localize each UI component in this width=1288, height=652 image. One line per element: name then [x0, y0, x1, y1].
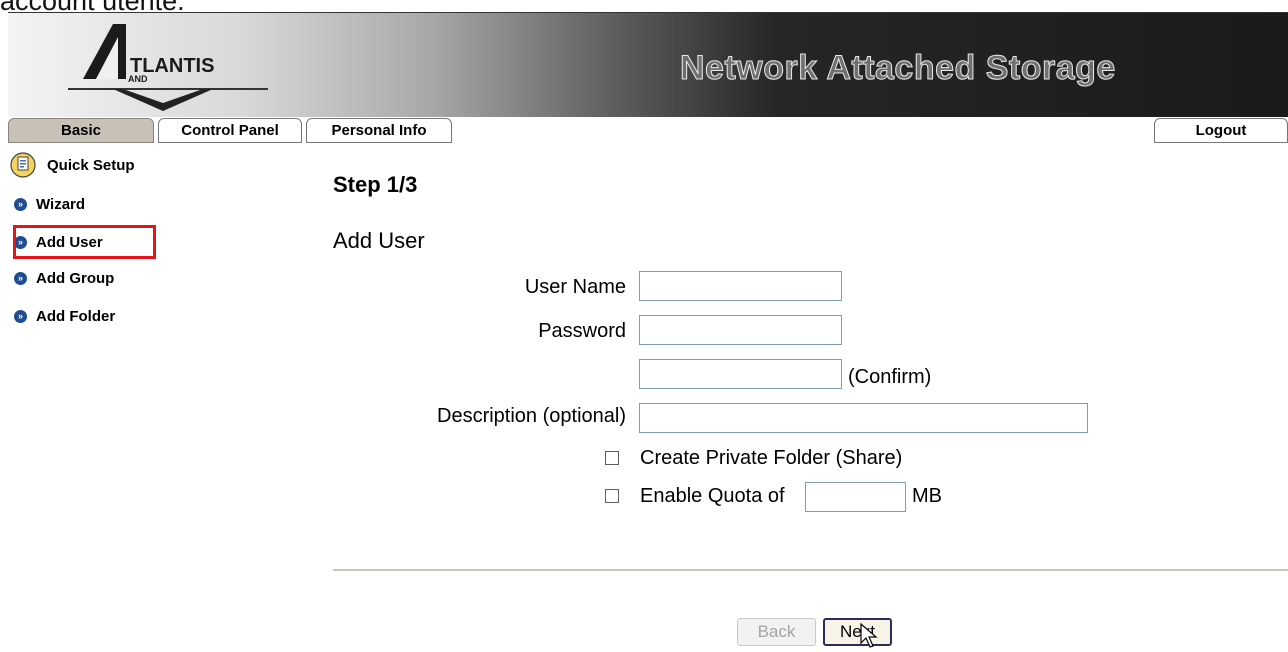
tab-label: Personal Info — [331, 122, 427, 139]
header-banner: TLANTIS AND Network Attached Storage — [8, 12, 1288, 117]
password-input[interactable] — [639, 315, 842, 345]
banner-title: Network Attached Storage — [680, 49, 1116, 88]
sidebar-item-label: Add Folder — [36, 307, 116, 325]
mouse-cursor-icon — [860, 623, 878, 648]
tab-label: Basic — [60, 122, 102, 139]
atlantis-logo: TLANTIS AND — [68, 24, 268, 111]
svg-text:AND: AND — [128, 74, 148, 84]
next-button[interactable]: Next — [823, 618, 892, 646]
user-name-input[interactable] — [639, 271, 842, 301]
divider — [333, 569, 1288, 571]
quota-label: Enable Quota of — [640, 485, 785, 507]
quick-setup-icon — [10, 152, 36, 178]
quota-unit-label: MB — [912, 485, 942, 507]
sidebar-section-quick-setup[interactable]: Quick Setup — [10, 152, 135, 178]
sidebar-item-wizard[interactable]: » Wizard — [14, 192, 85, 216]
tab-label: Control Panel — [181, 122, 279, 139]
confirm-label: (Confirm) — [848, 366, 932, 388]
password-label: Password — [538, 320, 626, 342]
password-confirm-input[interactable] — [639, 359, 842, 389]
step-title: Step 1/3 — [333, 172, 418, 197]
back-button[interactable]: Back — [737, 618, 816, 646]
private-folder-label: Create Private Folder (Share) — [640, 447, 903, 469]
chevron-right-icon: » — [14, 271, 27, 285]
description-label: Description (optional) — [437, 405, 626, 427]
tab-personal-info[interactable]: Personal Info — [306, 118, 452, 143]
sidebar-item-add-folder[interactable]: » Add Folder — [14, 304, 115, 328]
tab-basic[interactable]: Basic — [8, 118, 154, 143]
chevron-right-icon: » — [14, 197, 27, 211]
quota-checkbox[interactable] — [605, 489, 619, 503]
logout-label: Logout — [1195, 122, 1247, 139]
form-title: Add User — [333, 228, 425, 253]
chevron-right-icon: » — [14, 309, 27, 323]
logout-button[interactable]: Logout — [1154, 118, 1288, 143]
description-input[interactable] — [639, 403, 1088, 433]
back-label: Back — [757, 622, 796, 641]
sidebar-item-label: Wizard — [36, 195, 86, 213]
selection-highlight — [13, 225, 156, 259]
sidebar-item-add-group[interactable]: » Add Group — [14, 266, 114, 290]
quota-input[interactable] — [805, 482, 906, 512]
sidebar-item-label: Add Group — [36, 269, 115, 287]
user-name-label: User Name — [524, 276, 626, 298]
tab-control-panel[interactable]: Control Panel — [158, 118, 302, 143]
private-folder-checkbox[interactable] — [605, 451, 619, 465]
sidebar-section-label: Quick Setup — [47, 156, 135, 174]
